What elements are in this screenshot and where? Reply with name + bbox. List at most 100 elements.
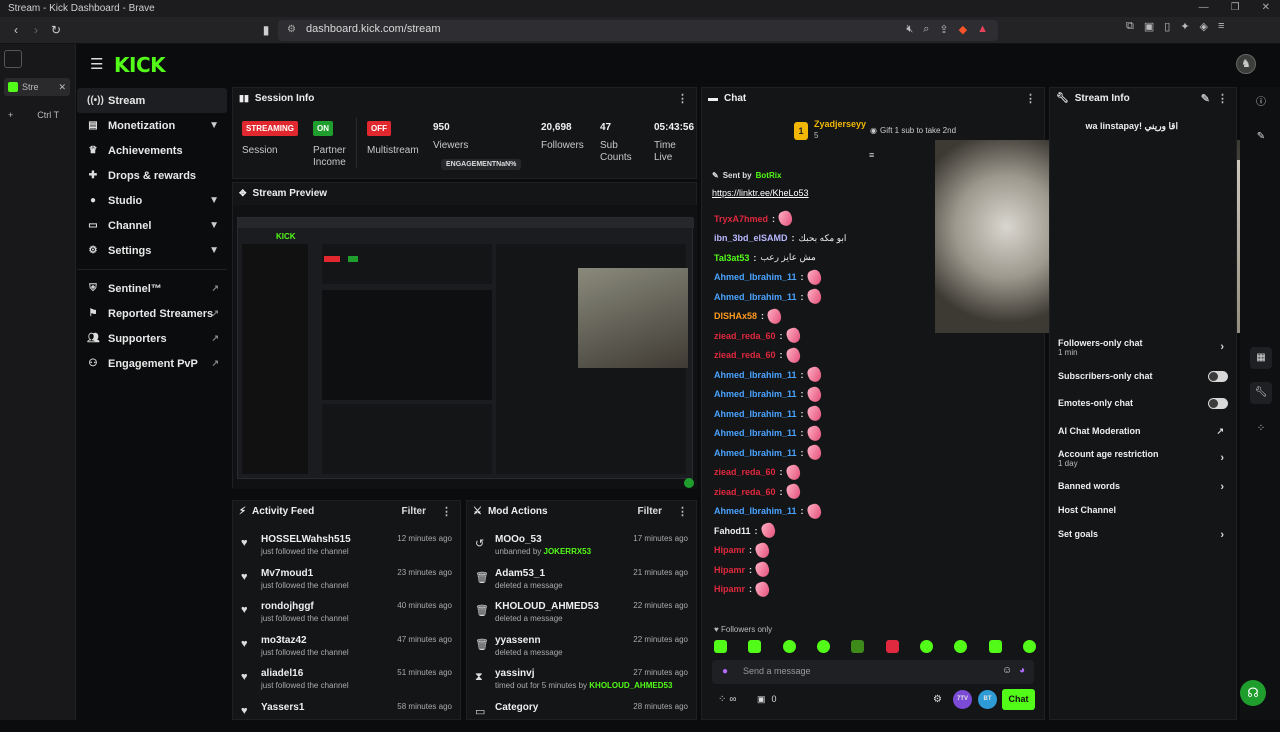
emote-icon[interactable] xyxy=(782,640,796,653)
new-tab-button[interactable]: + Ctrl T xyxy=(4,106,70,124)
emoji-icon[interactable]: ☺ xyxy=(1002,665,1012,676)
brave-rewards-icon[interactable]: ▲ xyxy=(977,23,988,36)
sidebar-item-channel[interactable]: ▭ Channel ▼ xyxy=(77,213,227,238)
vpn-icon[interactable]: ◈ xyxy=(1200,20,1208,33)
list-item[interactable]: ▭ Category 28 minutes ago xyxy=(467,699,696,732)
chat-username[interactable]: Ahmed_Ibrahim_11 xyxy=(714,370,797,380)
chat-message[interactable]: Hipamr: xyxy=(714,560,772,579)
emote-icon[interactable] xyxy=(988,640,1002,653)
pin-toggle-icon[interactable]: ≡ xyxy=(869,150,874,160)
chat-username[interactable]: Tal3at53 xyxy=(714,253,749,263)
chat-username[interactable]: ziead_reda_60 xyxy=(714,487,776,497)
pinned-link[interactable]: https://linktr.ee/KheLo53 xyxy=(712,188,809,198)
chat-message[interactable]: ziead_reda_60: xyxy=(714,326,802,345)
list-item[interactable]: ♥ HOSSELWahsh515 just followed the channel… xyxy=(233,531,460,564)
7tv-badge[interactable]: 7TV xyxy=(953,690,972,709)
share-icon[interactable]: ⇪ xyxy=(939,23,948,36)
chat-message[interactable]: Tal3at53: مش عايز رعب xyxy=(714,248,816,267)
chat-username[interactable]: ziead_reda_60 xyxy=(714,467,776,477)
chat-message[interactable]: Ahmed_Ibrahim_11: xyxy=(714,423,823,443)
chat-message[interactable]: ziead_reda_60: xyxy=(714,462,802,482)
forward-icon[interactable]: › xyxy=(28,22,44,38)
brave-shields-icon[interactable]: ◆ xyxy=(959,23,967,36)
emote-picker-icon[interactable]: ◕ xyxy=(1019,665,1025,676)
emote-icon[interactable] xyxy=(954,640,968,653)
chat-username[interactable]: Ahmed_Ibrahim_11 xyxy=(714,448,797,458)
tab-close-icon[interactable]: ✕ xyxy=(58,82,70,93)
chat-message[interactable]: ziead_reda_60: xyxy=(714,482,802,501)
bttv-badge[interactable]: BT xyxy=(978,690,997,709)
sidebar-item-stream[interactable]: ((•)) Stream xyxy=(77,88,227,113)
chat-username[interactable]: Hipamr xyxy=(714,584,745,594)
sidebar-item-studio[interactable]: ● Studio ▼ xyxy=(77,188,227,213)
chat-send-button[interactable]: Chat xyxy=(1002,689,1035,710)
emote-icon[interactable] xyxy=(851,640,865,653)
setting-ai-moderation[interactable]: AI Chat Moderation ↗ xyxy=(1058,426,1228,436)
chat-message[interactable]: Hipamr: xyxy=(714,540,772,560)
kebab-menu-icon[interactable]: ⋮ xyxy=(441,505,452,518)
chat-username[interactable]: Ahmed_Ibrahim_11 xyxy=(714,428,797,438)
setting-banned-words[interactable]: Banned words › xyxy=(1058,481,1228,493)
kebab-menu-icon[interactable]: ⋮ xyxy=(1025,92,1036,105)
chat-username[interactable]: Ahmed_Ibrahim_11 xyxy=(714,292,797,302)
site-info-icon[interactable]: ⚙ xyxy=(287,24,296,35)
edit-icon[interactable]: ✎ xyxy=(1201,92,1210,105)
gift-count[interactable]: ▣ 0 xyxy=(757,694,777,705)
setting-subscribers-only[interactable]: Subscribers-only chat xyxy=(1058,371,1228,382)
chat-message[interactable]: ziead_reda_60: xyxy=(714,345,802,365)
sidebar-item-sentinel[interactable]: ⛨ Sentinel™ ↗ xyxy=(77,276,227,301)
cards-icon[interactable]: ▦ xyxy=(1250,347,1272,369)
bookmark-icon[interactable]: ▮ xyxy=(258,22,274,38)
list-item[interactable]: ⧗ yassinvj timed out for 5 minutes by KHOL… xyxy=(467,665,696,698)
chat-message[interactable]: Fahod11: xyxy=(714,521,777,540)
chat-username[interactable]: Ahmed_Ibrahim_11 xyxy=(714,272,797,282)
menu-icon[interactable]: ≡ xyxy=(1218,20,1224,33)
points-display[interactable]: ⁘ ∞ xyxy=(718,694,737,705)
chat-username[interactable]: Ahmed_Ibrahim_11 xyxy=(714,506,797,516)
emote-icon[interactable] xyxy=(714,640,727,653)
sidebar-item-reported-streamers[interactable]: ⚑ Reported Streamers ↗ xyxy=(77,301,227,326)
sidebar-item-monetization[interactable]: ▤ Monetization ▼ xyxy=(77,113,227,138)
setting-emotes-only[interactable]: Emotes-only chat xyxy=(1058,398,1228,409)
kebab-menu-icon[interactable]: ⋮ xyxy=(677,505,688,518)
chat-username[interactable]: Hipamr xyxy=(714,565,745,575)
sidebar-item-supporters[interactable]: 👥︎ Supporters ↗ xyxy=(77,326,227,351)
back-icon[interactable]: ‹ xyxy=(8,22,24,38)
chat-message[interactable]: Ahmed_Ibrahim_11: xyxy=(714,501,823,521)
list-item[interactable]: 🗑︎ Adam53_1 deleted a message 21 minutes ag… xyxy=(467,565,696,598)
list-item[interactable]: ↺ MOOo_53 unbanned by JOKERRX53 17 minutes … xyxy=(467,531,696,564)
emote-icon[interactable] xyxy=(885,640,899,653)
address-bar[interactable]: ⚙ dashboard.kick.com/stream 🔇︎ ⌕ ⇪ ◆ ▲ xyxy=(278,20,998,41)
reload-icon[interactable]: ↻ xyxy=(48,22,64,38)
wallet-icon[interactable]: ▣ xyxy=(1144,20,1154,33)
chat-message[interactable]: DISHAx58: xyxy=(714,306,784,326)
chat-settings-icon[interactable]: ⚙ xyxy=(933,694,942,705)
chat-message[interactable]: TryxA7hmed: xyxy=(714,209,795,228)
chat-message[interactable]: Hipamr: xyxy=(714,579,772,599)
apps-icon[interactable]: ⁘ xyxy=(1250,418,1272,440)
sidebar-item-engagement-pvp[interactable]: ⚇ Engagement PvP ↗ xyxy=(77,351,227,376)
chat-username[interactable]: Ahmed_Ibrahim_11 xyxy=(714,409,797,419)
toggle-switch[interactable] xyxy=(1208,371,1228,382)
chat-message[interactable]: ibn_3bd_elSAMD: ابو مكه بحبك xyxy=(714,229,846,248)
chat-username[interactable]: Ahmed_Ibrahim_11 xyxy=(714,389,797,399)
chat-username[interactable]: ziead_reda_60 xyxy=(714,331,776,341)
toggle-switch[interactable] xyxy=(1208,398,1228,409)
setting-followers-only[interactable]: Followers-only chat 1 min › xyxy=(1058,338,1228,357)
support-headset-icon[interactable]: ☊ xyxy=(1240,680,1266,706)
setting-account-age[interactable]: Account age restriction 1 day › xyxy=(1058,449,1228,468)
hamburger-menu-icon[interactable]: ☰ xyxy=(90,55,103,73)
close-icon[interactable]: ✕ xyxy=(1262,2,1270,13)
stream-preview-video[interactable]: KICK xyxy=(233,205,697,489)
sidebar-item-settings[interactable]: ⚙ Settings ▼ xyxy=(77,238,227,263)
list-item[interactable]: ♥ Mv7moud1 just followed the channel 23 min… xyxy=(233,565,460,598)
emote-icon[interactable] xyxy=(1022,640,1036,653)
sidebar-item-drops[interactable]: ✚ Drops & rewards xyxy=(77,163,227,188)
list-item[interactable]: 🗑︎ yyassenn deleted a message 22 minutes ag… xyxy=(467,632,696,665)
microphone-icon[interactable]: ● xyxy=(722,666,728,677)
mute-icon[interactable]: 🔇︎ xyxy=(906,23,913,36)
pinned-user[interactable]: Zyadjerseyy xyxy=(814,119,866,129)
extensions-icon[interactable]: ⧉ xyxy=(1126,20,1134,33)
chat-message[interactable]: Ahmed_Ibrahim_11: xyxy=(714,443,823,462)
filter-button[interactable]: Filter xyxy=(402,506,426,517)
